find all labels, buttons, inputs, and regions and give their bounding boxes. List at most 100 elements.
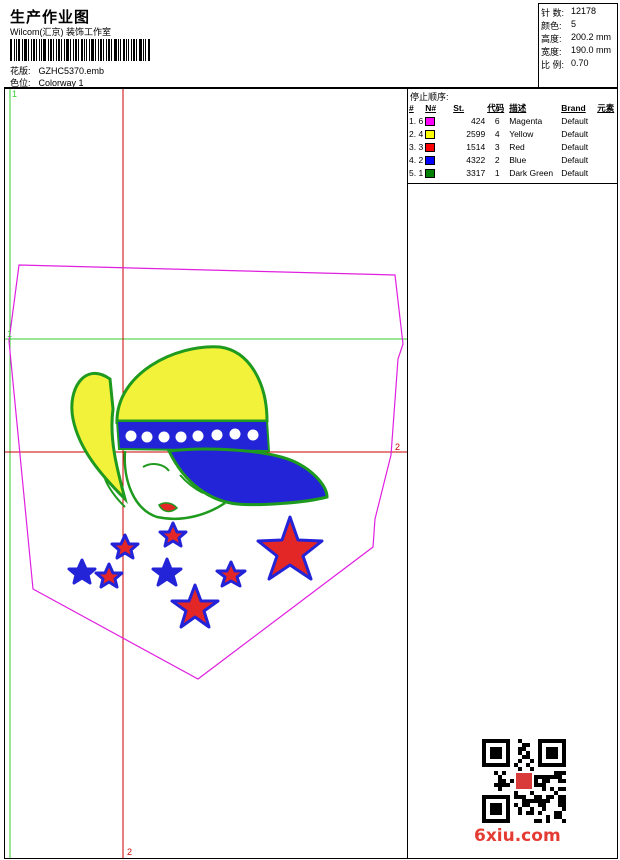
row-brand: Default (561, 141, 589, 152)
row-stitches: 2599 (466, 128, 486, 139)
qr-module (518, 767, 522, 771)
qr-module (518, 739, 522, 743)
row-element (596, 153, 616, 166)
row-element (596, 114, 616, 127)
eye-left (142, 463, 170, 472)
qr-module (526, 751, 530, 755)
qr-module (522, 743, 526, 747)
qr-module (498, 779, 502, 783)
barcode-bar (75, 39, 77, 61)
qr-module (514, 803, 518, 807)
barcode-bar (86, 39, 87, 61)
barcode-bar (28, 39, 29, 61)
table-header-row: # N# St. 代码 描述 Brand 元素 (408, 101, 616, 114)
row-swatch (424, 140, 452, 153)
row-element (596, 166, 616, 179)
row-element (596, 127, 616, 140)
qr-module (502, 771, 506, 775)
qr-module (558, 775, 562, 779)
qr-module (534, 799, 538, 803)
qr-module (554, 815, 558, 819)
barcode-bar (98, 39, 99, 61)
qr-module (558, 811, 562, 815)
barcode-bar (39, 39, 40, 61)
qr-module (522, 747, 526, 751)
barcode-bar (64, 39, 65, 61)
qr-module (526, 811, 530, 815)
row-swatch (424, 114, 452, 127)
qr-module (514, 763, 518, 767)
qr-module (534, 775, 538, 779)
color-swatch (425, 116, 436, 126)
star-left-2 (94, 562, 124, 589)
stat-height: 高度: 200.2 mm (541, 32, 612, 44)
qr-module (522, 799, 526, 803)
qr-module (558, 771, 562, 775)
qr-module (542, 807, 546, 811)
qr-module (534, 779, 538, 783)
design-canvas: 1 1 2 2 (4, 88, 408, 859)
row-code: 2 (494, 154, 500, 165)
qr-module (550, 775, 554, 779)
ponytail (70, 371, 128, 505)
guide-marker-bottom: 2 (127, 847, 132, 857)
qr-code (482, 739, 566, 823)
qr-module (554, 771, 558, 775)
barcode-bar (10, 39, 12, 61)
row-stitches: 1514 (466, 141, 486, 152)
row-desc: Red (509, 141, 525, 152)
star-left-1 (67, 558, 97, 585)
table-row: 3. 3 1514 3 Red Default (408, 140, 616, 153)
barcode-bar (123, 39, 125, 61)
qr-module (562, 807, 566, 811)
barcode-bar (95, 39, 96, 61)
qr-module (550, 787, 554, 791)
cap-visor (166, 447, 329, 507)
qr-module (526, 755, 530, 759)
row-brand: Default (561, 154, 589, 165)
qr-module (554, 791, 558, 795)
qr-module (530, 767, 534, 771)
color-swatch (425, 142, 436, 152)
guide-marker-top: 1 (12, 89, 17, 99)
barcode-bar (24, 39, 27, 61)
watermark-logo: 6xiu.com (474, 826, 561, 846)
barcode-bar (53, 39, 54, 61)
row-desc: Dark Green (509, 167, 554, 178)
qr-module (546, 795, 550, 799)
barcode-bar (106, 39, 107, 61)
row-brand: Default (561, 115, 589, 126)
qr-module (498, 787, 502, 791)
qr-module (502, 779, 506, 783)
row-brand: Default (561, 167, 589, 178)
qr-module (562, 803, 566, 807)
qr-module (530, 799, 534, 803)
barcode-bar (100, 39, 102, 61)
barcode-bar (111, 39, 112, 61)
studio-name: Wilcom(汇京) 装饰工作室 (10, 27, 111, 37)
row-stitches: 4322 (466, 154, 486, 165)
qr-module (494, 771, 498, 775)
barcode-bar (108, 39, 110, 61)
qr-module (546, 775, 550, 779)
qr-module (538, 803, 542, 807)
qr-module (558, 787, 562, 791)
table-row: 1. 6 424 6 Magenta Default (408, 114, 616, 127)
colorway-label: 色位: (10, 78, 31, 88)
qr-module (562, 795, 566, 799)
qr-module (526, 763, 530, 767)
row-brand: Default (561, 128, 589, 139)
header-panel: 生产作业图 Wilcom(汇京) 装饰工作室 花版: GZHC5370.emb 色… (4, 3, 538, 88)
cap-crown (115, 345, 269, 425)
barcode-bar (91, 39, 94, 61)
barcode-bar (126, 39, 127, 61)
star-bottom-middle (170, 583, 220, 629)
qr-module (550, 795, 554, 799)
barcode-bar (61, 39, 62, 61)
qr-module (530, 811, 534, 815)
barcode-bar (18, 39, 20, 61)
qr-module (538, 795, 542, 799)
qr-module (518, 759, 522, 763)
qr-module (558, 803, 562, 807)
qr-module (546, 779, 550, 783)
